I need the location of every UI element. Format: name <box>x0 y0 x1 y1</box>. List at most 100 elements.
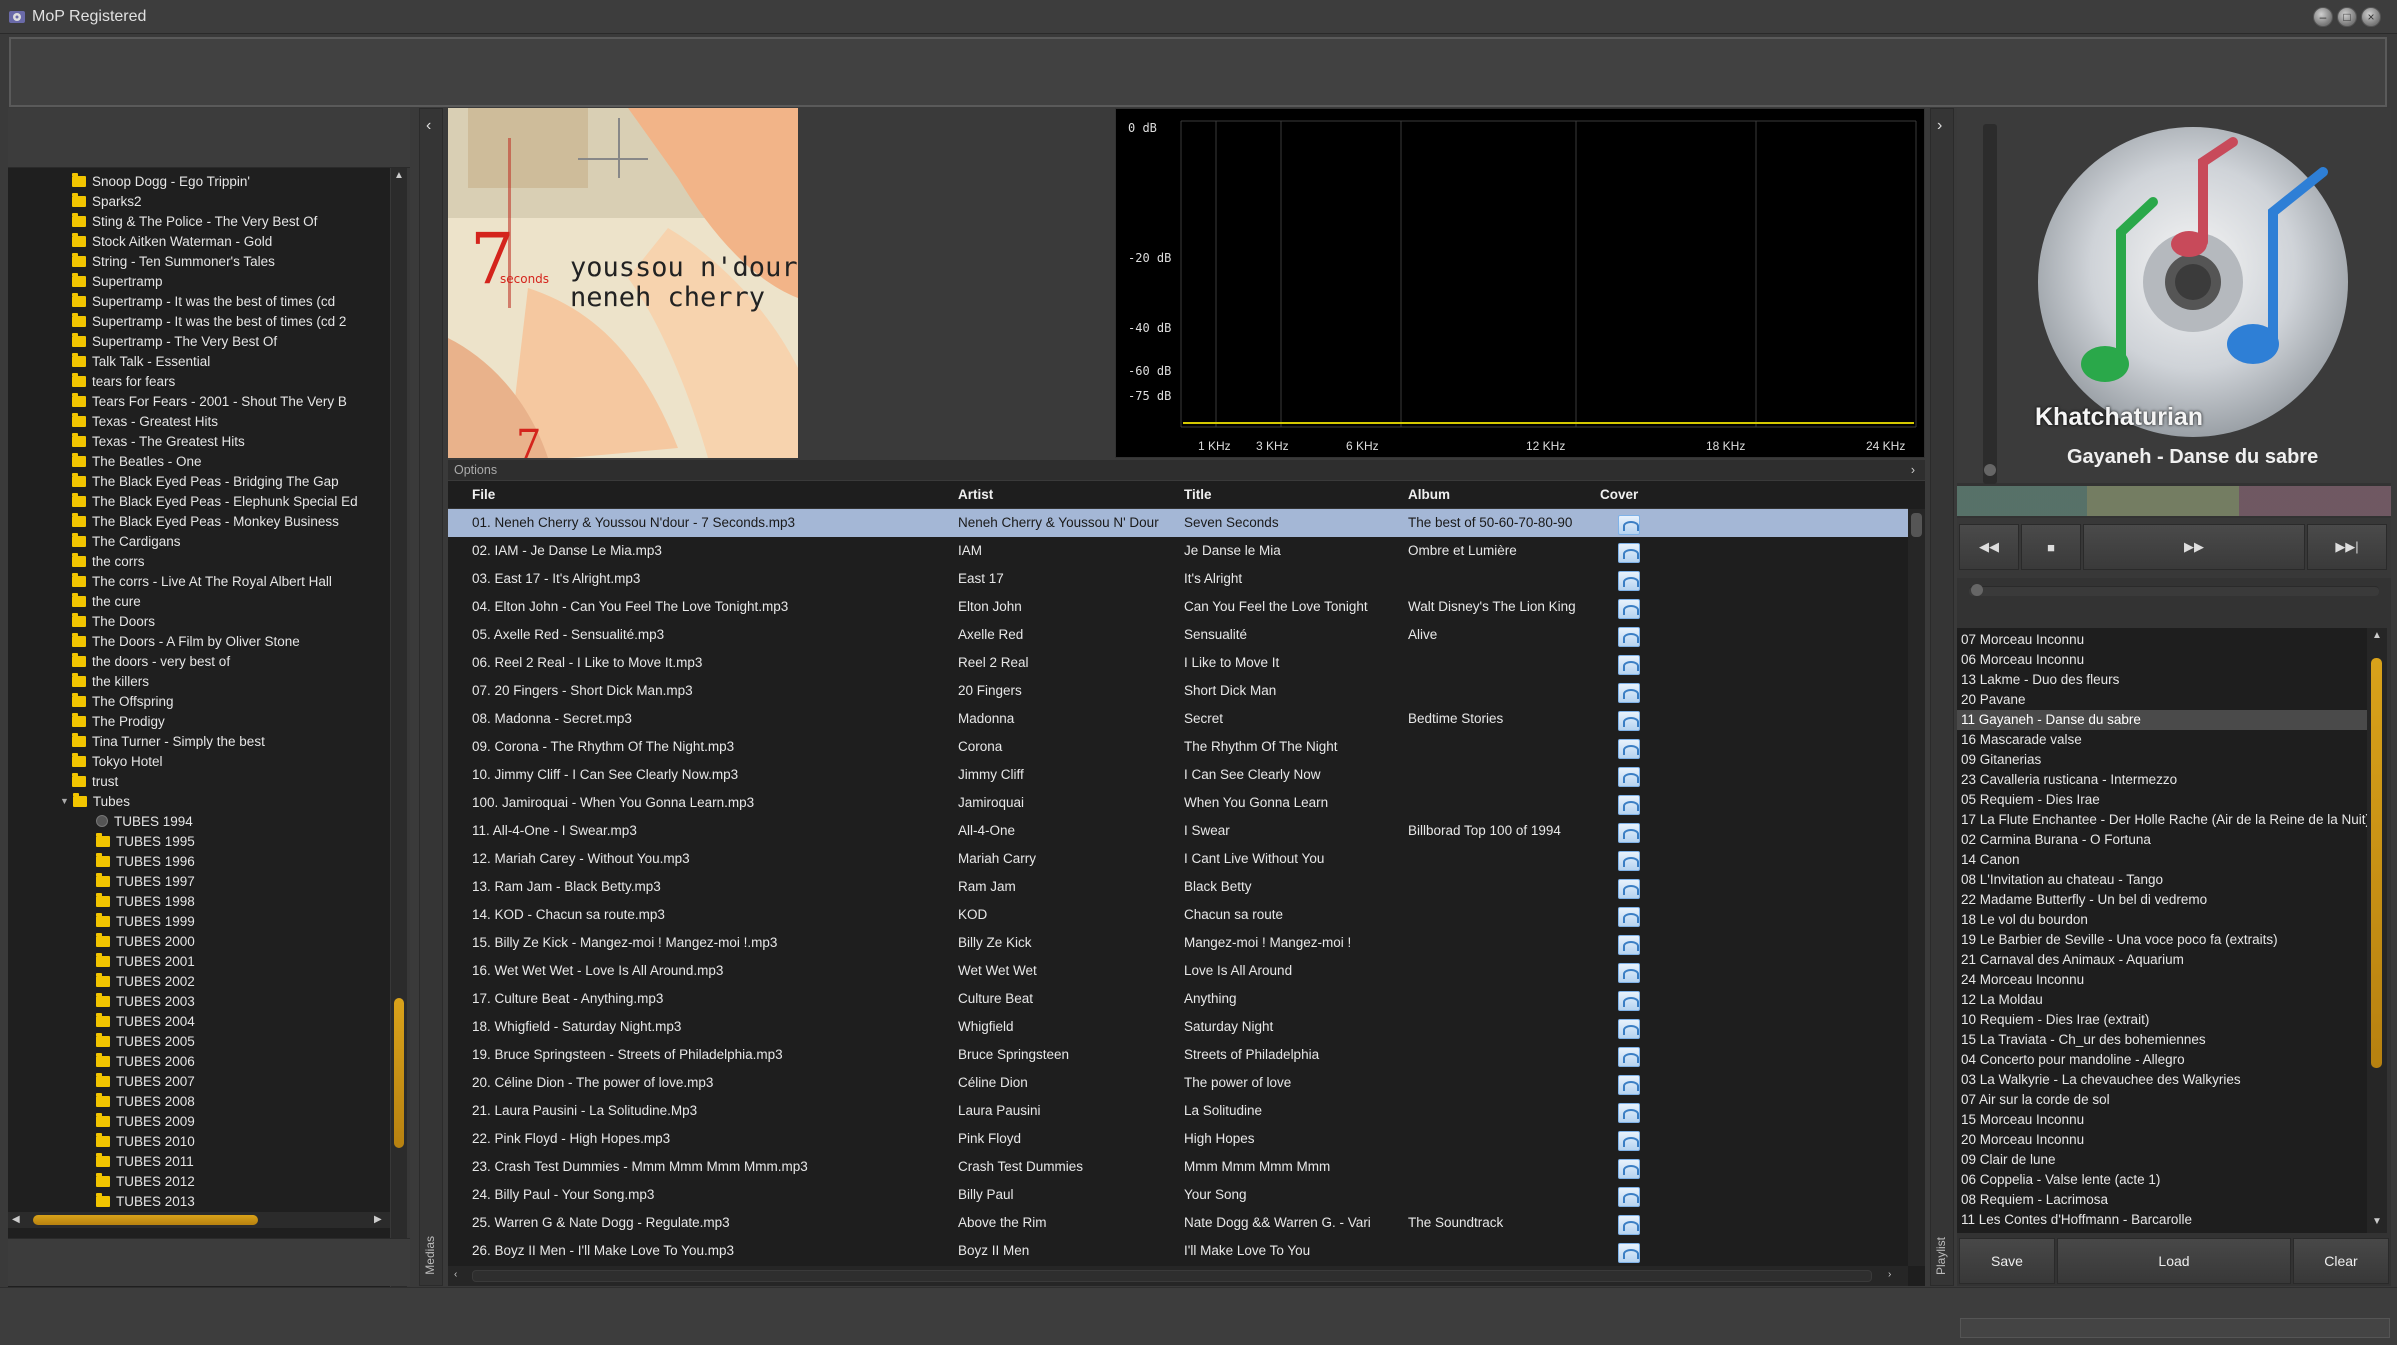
cover-image-icon[interactable] <box>1618 655 1640 675</box>
tree-subitem[interactable]: TUBES 2000 <box>96 931 195 951</box>
progress-color-strip[interactable] <box>1957 486 2391 516</box>
tree-item[interactable]: Tina Turner - Simply the best <box>72 731 265 751</box>
volume-slider-knob[interactable] <box>1984 464 1996 476</box>
tree-item[interactable]: Sparks2 <box>72 191 142 211</box>
cover-image-icon[interactable] <box>1618 627 1640 647</box>
maximize-button[interactable]: □ <box>2337 7 2357 27</box>
tree-subitem[interactable]: TUBES 1997 <box>96 871 195 891</box>
tree-item[interactable]: Stock Aitken Waterman - Gold <box>72 231 272 251</box>
playlist-item[interactable]: 06 Morceau Inconnu <box>1957 650 2367 670</box>
tree-item[interactable]: The Black Eyed Peas - Monkey Business <box>72 511 339 531</box>
tree-subitem[interactable]: TUBES 2006 <box>96 1051 195 1071</box>
tree-item[interactable]: Sting & The Police - The Very Best Of <box>72 211 317 231</box>
tree-subitem[interactable]: TUBES 2004 <box>96 1011 195 1031</box>
medias-collapse-strip[interactable]: ‹ Medias <box>419 108 443 1286</box>
playlist-item[interactable]: 21 Carnaval des Animaux - Aquarium <box>1957 950 2367 970</box>
scroll-up-icon[interactable]: ▲ <box>2372 630 2382 641</box>
seek-slider[interactable] <box>1969 584 2379 596</box>
next-button[interactable]: ▶▶| <box>2307 524 2387 570</box>
minimize-button[interactable]: – <box>2313 7 2333 27</box>
track-row[interactable]: 07. 20 Fingers - Short Dick Man.mp3 20 Fi… <box>448 677 1908 705</box>
cover-image-icon[interactable] <box>1618 879 1640 899</box>
cover-image-icon[interactable] <box>1618 1019 1640 1039</box>
tree-subitem[interactable]: TUBES 2013 <box>96 1191 195 1211</box>
column-header-artist[interactable]: Artist <box>958 487 993 502</box>
playlist-item[interactable]: 07 Morceau Inconnu <box>1957 630 2367 650</box>
playlist-item[interactable]: 14 Canon <box>1957 850 2367 870</box>
tree-item[interactable]: Talk Talk - Essential <box>72 351 210 371</box>
playlist-item[interactable]: 15 Morceau Inconnu <box>1957 1110 2367 1130</box>
tree-subitem[interactable]: TUBES 2003 <box>96 991 195 1011</box>
track-row[interactable]: 03. East 17 - It's Alright.mp3 East 17 It'… <box>448 565 1908 593</box>
tree-item[interactable]: Supertramp - It was the best of times (c… <box>72 291 335 311</box>
tree-subitem[interactable]: TUBES 2009 <box>96 1111 195 1131</box>
tree-item[interactable]: tears for fears <box>72 371 175 391</box>
scroll-right-icon[interactable]: › <box>1888 1269 1891 1280</box>
track-row[interactable]: 14. KOD - Chacun sa route.mp3 KOD Chacun s… <box>448 901 1908 929</box>
tree-item[interactable]: The Cardigans <box>72 531 181 551</box>
tree-subitem[interactable]: TUBES 2002 <box>96 971 195 991</box>
playlist-item[interactable]: 11 Gayaneh - Danse du sabre <box>1957 710 2367 730</box>
tree-subitem[interactable]: TUBES 1995 <box>96 831 195 851</box>
scroll-down-icon[interactable]: ▼ <box>2372 1216 2382 1227</box>
cover-image-icon[interactable] <box>1618 515 1640 535</box>
tree-vertical-scrollbar[interactable]: ▲ <box>391 168 407 1320</box>
playlist-item[interactable]: 19 Le Barbier de Seville - Una voce poco… <box>1957 930 2367 950</box>
track-row[interactable]: 04. Elton John - Can You Feel The Love T… <box>448 593 1908 621</box>
expand-arrow-icon[interactable]: ▼ <box>60 796 69 806</box>
seek-slider-knob[interactable] <box>1971 584 1983 596</box>
playlist-item[interactable]: 05 Requiem - Dies Irae <box>1957 790 2367 810</box>
tree-item[interactable]: Tears For Fears - 2001 - Shout The Very … <box>72 391 347 411</box>
tree-item[interactable]: ▼ Tubes <box>60 791 130 811</box>
cover-image-icon[interactable] <box>1618 851 1640 871</box>
cover-image-icon[interactable] <box>1618 683 1640 703</box>
playlist-item[interactable]: 18 Le vol du bourdon <box>1957 910 2367 930</box>
track-row[interactable]: 17. Culture Beat - Anything.mp3 Culture B… <box>448 985 1908 1013</box>
track-row[interactable]: 09. Corona - The Rhythm Of The Night.mp3… <box>448 733 1908 761</box>
track-row[interactable]: 26. Boyz II Men - I'll Make Love To You.… <box>448 1237 1908 1265</box>
playlist-item[interactable]: 02 Carmina Burana - O Fortuna <box>1957 830 2367 850</box>
track-row[interactable]: 12. Mariah Carey - Without You.mp3 Mariah… <box>448 845 1908 873</box>
cover-image-icon[interactable] <box>1618 935 1640 955</box>
cover-image-icon[interactable] <box>1618 795 1640 815</box>
playlist-item[interactable]: 20 Pavane <box>1957 690 2367 710</box>
track-row[interactable]: 02. IAM - Je Danse Le Mia.mp3 IAM Je Danse… <box>448 537 1908 565</box>
scroll-left-icon[interactable]: ‹ <box>454 1269 457 1280</box>
playlist-scroll-thumb[interactable] <box>2371 658 2382 1068</box>
playlist-item[interactable]: 03 La Walkyrie - La chevauchee des Walky… <box>1957 1070 2367 1090</box>
cover-image-icon[interactable] <box>1618 907 1640 927</box>
tree-item[interactable]: trust <box>72 771 118 791</box>
tree-item[interactable]: String - Ten Summoner's Tales <box>72 251 275 271</box>
track-row[interactable]: 16. Wet Wet Wet - Love Is All Around.mp3… <box>448 957 1908 985</box>
play-button[interactable]: ▶▶ <box>2083 524 2305 570</box>
tree-subitem[interactable]: TUBES 1998 <box>96 891 195 911</box>
tree-subitem[interactable]: TUBES 2011 <box>96 1151 194 1171</box>
playlist-vertical-scrollbar[interactable]: ▲ ▼ <box>2367 628 2387 1233</box>
tree-subitem[interactable]: TUBES 2001 <box>96 951 195 971</box>
track-row[interactable]: 19. Bruce Springsteen - Streets of Phila… <box>448 1041 1908 1069</box>
cover-image-icon[interactable] <box>1618 767 1640 787</box>
cover-image-icon[interactable] <box>1618 1075 1640 1095</box>
cover-image-icon[interactable] <box>1618 823 1640 843</box>
playlist-item[interactable]: 08 Requiem - Lacrimosa <box>1957 1190 2367 1210</box>
column-header-cover[interactable]: Cover <box>1600 487 1638 502</box>
track-row[interactable]: 20. Céline Dion - The power of love.mp3 C… <box>448 1069 1908 1097</box>
playlist-item[interactable]: 07 Air sur la corde de sol <box>1957 1090 2367 1110</box>
stop-button[interactable]: ■ <box>2021 524 2081 570</box>
tree-item[interactable]: The corrs - Live At The Royal Albert Hal… <box>72 571 332 591</box>
column-header-file[interactable]: File <box>472 487 495 502</box>
playlist-item[interactable]: 11 Les Contes d'Hoffmann - Barcarolle <box>1957 1210 2367 1230</box>
tree-item[interactable]: The Black Eyed Peas - Bridging The Gap <box>72 471 339 491</box>
track-row[interactable]: 18. Whigfield - Saturday Night.mp3 Whigfi… <box>448 1013 1908 1041</box>
playlist-item[interactable]: 16 Mascarade valse <box>1957 730 2367 750</box>
track-table-vertical-scrollbar[interactable] <box>1908 509 1925 1266</box>
track-row[interactable]: 01. Neneh Cherry & Youssou N'dour - 7 Se… <box>448 509 1908 537</box>
tree-item[interactable]: the killers <box>72 671 149 691</box>
cover-image-icon[interactable] <box>1618 1159 1640 1179</box>
playlist-item[interactable]: 10 Requiem - Dies Irae (extrait) <box>1957 1010 2367 1030</box>
cover-image-icon[interactable] <box>1618 1103 1640 1123</box>
cover-image-icon[interactable] <box>1618 711 1640 731</box>
column-header-title[interactable]: Title <box>1184 487 1212 502</box>
cover-image-icon[interactable] <box>1618 571 1640 591</box>
tree-vertical-scroll-thumb[interactable] <box>394 998 404 1148</box>
